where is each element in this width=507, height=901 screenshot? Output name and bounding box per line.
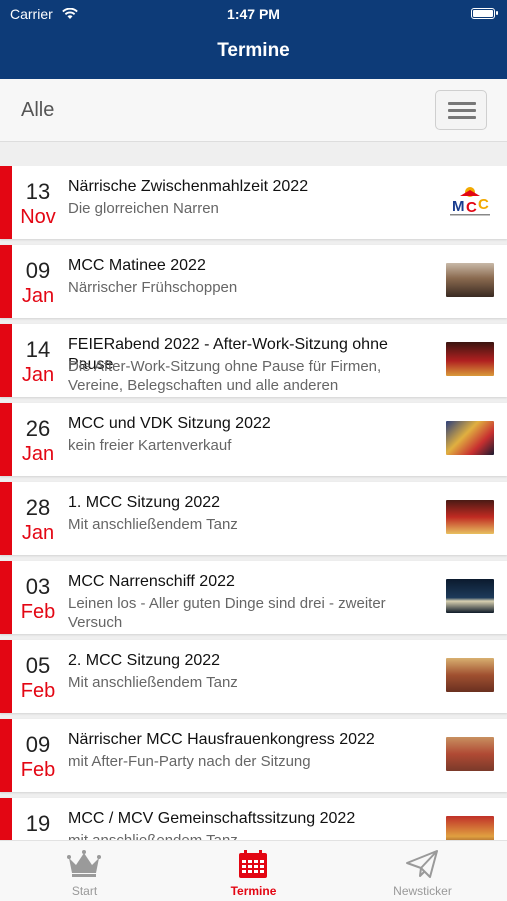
event-month: Jan: [21, 443, 55, 465]
calendar-icon: [239, 850, 267, 878]
event-date-bar: [0, 719, 12, 792]
svg-text:C: C: [466, 199, 477, 216]
event-date-bar: [0, 640, 12, 713]
event-thumbnail: [446, 342, 494, 376]
hamburger-icon: [448, 102, 476, 105]
event-row[interactable]: 03 Feb MCC Narrenschiff 2022 Leinen los …: [0, 561, 507, 634]
club-logo: M C C: [450, 187, 490, 216]
svg-text:C: C: [478, 196, 489, 213]
event-day: 03: [25, 574, 51, 599]
filter-bar: Alle: [0, 79, 507, 142]
crown-icon: [67, 850, 101, 877]
event-date-bar: [0, 561, 12, 634]
event-row[interactable]: 26 Jan MCC und VDK Sitzung 2022 kein fre…: [0, 403, 507, 476]
event-month: Feb: [20, 759, 56, 781]
event-row[interactable]: 05 Feb 2. MCC Sitzung 2022 Mit anschließ…: [0, 640, 507, 713]
event-month: Jan: [21, 285, 55, 307]
tab-label: Newsticker: [393, 884, 452, 898]
menu-button[interactable]: [435, 90, 487, 130]
tab-bar: Start Termine Newsticker: [0, 840, 507, 901]
event-date-bar: [0, 798, 12, 840]
event-thumbnail: M C C: [446, 184, 494, 218]
event-title: 1. MCC Sitzung 2022: [68, 494, 221, 511]
event-month: Feb: [20, 601, 56, 623]
event-date-bar: [0, 482, 12, 555]
event-title: Närrische Zwischenmahlzeit 2022: [68, 178, 309, 195]
event-subtitle: Die After-Work-Sitzung ohne Pause für Fi…: [68, 358, 382, 394]
event-subtitle: Leinen los - Aller guten Dinge sind drei…: [68, 595, 386, 631]
event-day: 13: [25, 179, 51, 204]
event-subtitle: Närrischer Frühschoppen: [68, 279, 238, 296]
event-title: 2. MCC Sitzung 2022: [68, 652, 221, 669]
status-bar: Carrier 1:47 PM: [0, 6, 507, 24]
page-title: Termine: [217, 40, 290, 61]
event-subtitle: mit anschließendem Tanz: [68, 831, 408, 840]
tab-label: Start: [71, 884, 98, 898]
event-date-bar: [0, 166, 12, 239]
event-title: MCC Matinee 2022: [68, 257, 206, 274]
tab-termine[interactable]: Termine: [169, 841, 338, 901]
event-title: MCC Narrenschiff 2022: [68, 573, 235, 590]
event-title: MCC und VDK Sitzung 2022: [68, 415, 271, 432]
event-subtitle: mit After-Fun-Party nach der Sitzung: [68, 753, 311, 770]
event-list[interactable]: 13 Nov Närrische Zwischenmahlzeit 2022 D…: [0, 166, 507, 840]
tab-newsticker[interactable]: Newsticker: [338, 841, 507, 901]
event-title: Närrischer MCC Hausfrauenkongress 2022: [68, 731, 375, 748]
event-thumbnail: [446, 500, 494, 534]
event-row[interactable]: 28 Jan 1. MCC Sitzung 2022 Mit anschließ…: [0, 482, 507, 555]
tab-label: Termine: [230, 884, 277, 898]
event-row[interactable]: 14 Jan FEIERabend 2022 - After-Work-Sitz…: [0, 324, 507, 397]
event-subtitle: Die glorreichen Narren: [68, 200, 219, 217]
paper-plane-icon: [406, 850, 438, 878]
event-thumbnail: [446, 579, 494, 613]
event-date-bar: [0, 245, 12, 318]
event-month: Jan: [21, 364, 55, 386]
event-date-bar: [0, 403, 12, 476]
app-header: Carrier 1:47 PM Termine: [0, 0, 507, 79]
event-thumbnail: [446, 421, 494, 455]
svg-text:M: M: [452, 198, 465, 215]
event-thumbnail: [446, 658, 494, 692]
event-day: 19: [25, 811, 51, 836]
event-month: Nov: [20, 206, 56, 228]
event-thumbnail: [446, 263, 494, 297]
filter-label: Alle: [21, 99, 55, 121]
event-title: MCC / MCV Gemeinschaftssitzung 2022: [68, 810, 356, 827]
event-row[interactable]: 19 MCC / MCV Gemeinschaftssitzung 2022 m…: [0, 798, 507, 840]
event-date-bar: [0, 324, 12, 397]
event-thumbnail: [446, 737, 494, 771]
status-time: 1:47 PM: [227, 6, 280, 22]
event-month: Feb: [20, 680, 56, 702]
event-day: 28: [25, 495, 51, 520]
event-day: 09: [25, 258, 51, 283]
event-day: 05: [25, 653, 51, 678]
battery-icon: [471, 8, 498, 19]
event-month: Jan: [21, 522, 55, 544]
event-subtitle: kein freier Kartenverkauf: [68, 437, 232, 454]
event-day: 14: [25, 337, 51, 362]
event-day: 26: [25, 416, 51, 441]
event-subtitle: Mit anschließendem Tanz: [68, 516, 238, 533]
event-day: 09: [25, 732, 51, 757]
tab-start[interactable]: Start: [0, 841, 169, 901]
event-thumbnail: [446, 816, 494, 840]
event-row[interactable]: 13 Nov Närrische Zwischenmahlzeit 2022 D…: [0, 166, 507, 239]
event-row[interactable]: 09 Jan MCC Matinee 2022 Närrischer Frühs…: [0, 245, 507, 318]
event-row[interactable]: 09 Feb Närrischer MCC Hausfrauenkongress…: [0, 719, 507, 792]
event-subtitle: Mit anschließendem Tanz: [68, 674, 238, 691]
